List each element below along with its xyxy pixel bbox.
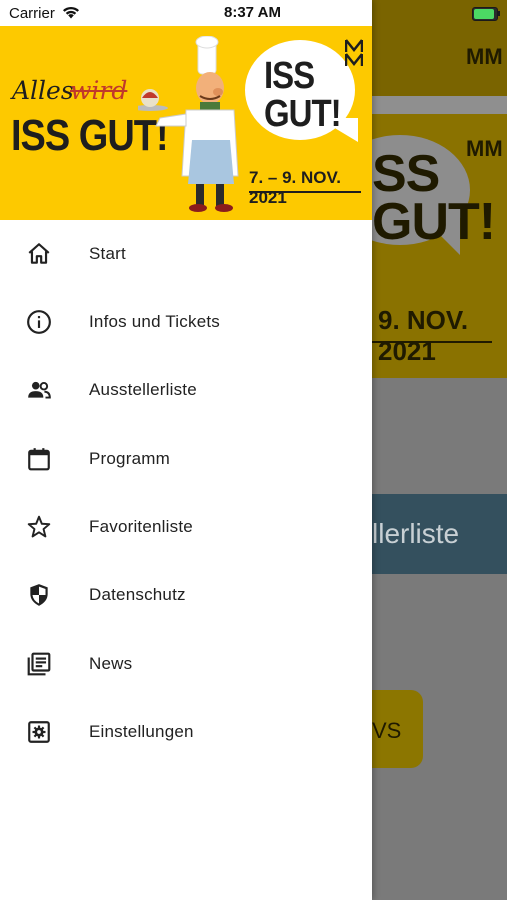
background-banner-date: 9. NOV. 2021 <box>378 305 469 366</box>
background-exhibitor-label: llerliste <box>372 518 460 549</box>
star-icon <box>27 515 51 538</box>
menu-item-einstellungen-label: Einstellungen <box>89 722 194 741</box>
clock: 8:37 AM <box>224 4 281 21</box>
menu-item-news[interactable]: News <box>0 630 372 698</box>
people-icon <box>28 381 51 399</box>
menu-item-favoritenliste-label: Favoritenliste <box>89 517 193 536</box>
menu-item-datenschutz-label: Datenschutz <box>89 585 186 604</box>
news-icon <box>27 652 51 676</box>
menu-item-programm[interactable]: Programm <box>0 425 372 493</box>
shield-icon <box>30 584 48 606</box>
background-banner-line2: GUT! <box>372 193 496 251</box>
date-underline <box>249 191 361 193</box>
home-icon <box>28 243 50 264</box>
battery-tip <box>498 11 500 16</box>
bubble-line1: ISS <box>264 53 315 97</box>
carrier-label: Carrier <box>9 5 55 22</box>
navigation-drawer: Alles wird ISS GUT! ISS GUT! 7. – 9. NOV… <box>0 0 372 900</box>
menu-item-infos-und-tickets[interactable]: Infos und Tickets <box>0 288 372 356</box>
info-icon <box>27 310 51 334</box>
background-banner-line1: SS <box>372 145 440 203</box>
menu-item-ausstellerliste-label: Ausstellerliste <box>89 380 197 399</box>
menu-item-favoritenliste[interactable]: Favoritenliste <box>0 493 372 561</box>
background-news-label: VS <box>372 718 402 743</box>
bubble-iss-gut: ISS GUT! <box>264 53 342 135</box>
event-dates: 7. – 9. NOV. 2021 <box>249 168 341 207</box>
background-logo: MM <box>466 44 503 69</box>
background-date-underline <box>372 341 492 343</box>
battery-icon <box>472 7 498 21</box>
menu-item-start-label: Start <box>89 244 126 263</box>
menu-item-einstellungen[interactable]: Einstellungen <box>0 698 372 766</box>
menu-item-infos-label: Infos und Tickets <box>89 312 220 331</box>
bubble-line2: GUT! <box>264 91 342 135</box>
slogan-alles: Alles <box>12 76 74 105</box>
drawer-header-banner: Alles wird ISS GUT! ISS GUT! 7. – 9. NOV… <box>0 26 372 220</box>
messe-logo-icon <box>345 39 363 67</box>
menu-item-ausstellerliste[interactable]: Ausstellerliste <box>0 356 372 424</box>
settings-icon <box>28 721 50 743</box>
slogan-wird: wird <box>70 76 128 105</box>
calendar-icon <box>28 448 50 471</box>
menu-item-datenschutz[interactable]: Datenschutz <box>0 561 372 629</box>
status-bar: Carrier 8:37 AM <box>0 0 507 26</box>
background-banner-text: SS GUT! <box>372 145 496 251</box>
menu-item-programm-label: Programm <box>89 449 170 468</box>
menu-item-news-label: News <box>89 654 133 673</box>
menu-item-start[interactable]: Start <box>0 220 372 288</box>
wifi-icon <box>63 6 79 19</box>
chef-illustration <box>138 36 239 212</box>
